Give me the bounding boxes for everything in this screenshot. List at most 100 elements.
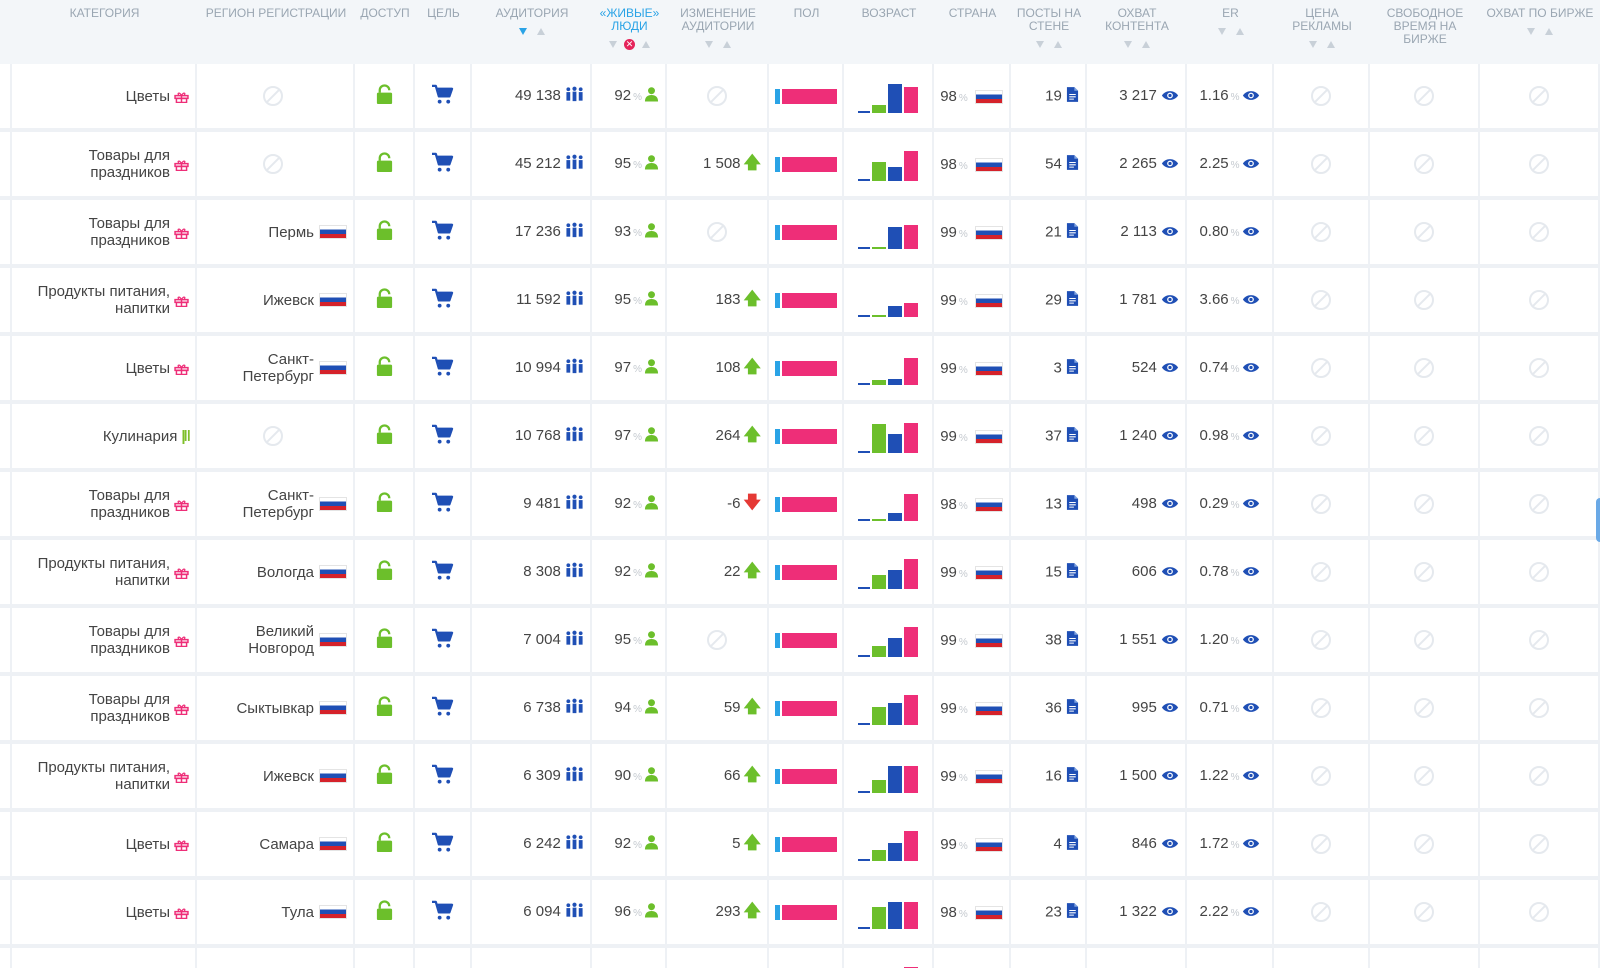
cart-icon[interactable] xyxy=(431,492,454,517)
sort-asc-icon[interactable] xyxy=(642,41,650,48)
header-category[interactable]: Категория xyxy=(12,0,197,64)
header-live[interactable]: «Живые» люди ✕ xyxy=(592,0,667,64)
header-price[interactable]: Цена рекламы xyxy=(1274,0,1370,64)
access-cell[interactable] xyxy=(355,64,415,132)
goal-cell[interactable] xyxy=(415,404,472,472)
goal-cell[interactable] xyxy=(415,812,472,880)
table-row[interactable]: Товары для праздников Великий Новгород 7 0… xyxy=(0,608,1600,676)
cart-icon[interactable] xyxy=(431,764,454,789)
header-change[interactable]: Изменение аудитории xyxy=(667,0,769,64)
lock-open-icon[interactable] xyxy=(375,559,394,585)
lock-open-icon[interactable] xyxy=(375,355,394,381)
table-row[interactable]: Товары для праздников Пермь 17 236 93% 99% 2… xyxy=(0,200,1600,268)
header-posts[interactable]: Посты на стене xyxy=(1011,0,1087,64)
goal-cell[interactable] xyxy=(415,336,472,404)
sort-desc-icon[interactable] xyxy=(1309,41,1317,48)
lock-open-icon[interactable] xyxy=(375,287,394,313)
header-age[interactable]: Возраст xyxy=(844,0,934,64)
cart-icon[interactable] xyxy=(431,832,454,857)
access-cell[interactable] xyxy=(355,336,415,404)
sort-asc-icon[interactable] xyxy=(537,28,545,35)
goal-cell[interactable] xyxy=(415,132,472,200)
sort-desc-icon[interactable] xyxy=(1036,41,1044,48)
cart-icon[interactable] xyxy=(431,696,454,721)
access-cell[interactable] xyxy=(355,880,415,948)
goal-cell[interactable] xyxy=(415,880,472,948)
sort-asc-icon[interactable] xyxy=(723,41,731,48)
goal-cell[interactable] xyxy=(415,608,472,676)
header-exchange-reach[interactable]: Охват по бирже xyxy=(1480,0,1600,64)
cart-icon[interactable] xyxy=(431,220,454,245)
goal-cell[interactable] xyxy=(415,200,472,268)
table-row[interactable]: ЦветыПермь 5 786 94%261🡅 96%39 631 1.31% xyxy=(0,948,1600,968)
table-row[interactable]: Товары для праздников Санкт-Петербург 9 48… xyxy=(0,472,1600,540)
sort-asc-icon[interactable] xyxy=(1327,41,1335,48)
table-row[interactable]: Продукты питания, напитки Ижевск 6 309 90%… xyxy=(0,744,1600,812)
table-row[interactable]: Продукты питания, напитки Ижевск 11 592 95… xyxy=(0,268,1600,336)
lock-open-icon[interactable] xyxy=(375,491,394,517)
sort-asc-icon[interactable] xyxy=(1545,28,1553,35)
access-cell[interactable] xyxy=(355,744,415,812)
goal-cell[interactable] xyxy=(415,744,472,812)
cart-icon[interactable] xyxy=(431,424,454,449)
table-row[interactable]: Кулинария |‖ 10 768 97% 264 🡅 99% 37 1 240 0.9… xyxy=(0,404,1600,472)
access-cell[interactable] xyxy=(355,472,415,540)
header-sex[interactable]: Пол xyxy=(769,0,844,64)
access-cell[interactable] xyxy=(355,268,415,336)
goal-cell[interactable] xyxy=(415,540,472,608)
lock-open-icon[interactable] xyxy=(375,899,394,925)
cart-icon[interactable] xyxy=(431,152,454,177)
lock-open-icon[interactable] xyxy=(375,219,394,245)
table-row[interactable]: Цветы Тула 6 094 96% 293 🡅 98% 23 1 322 2.22% xyxy=(0,880,1600,948)
sort-desc-icon[interactable] xyxy=(609,41,617,48)
scroll-handle[interactable] xyxy=(1596,498,1600,542)
sort-desc-icon[interactable] xyxy=(705,41,713,48)
sort-desc-icon[interactable] xyxy=(1124,41,1132,48)
table-row[interactable]: Продукты питания, напитки Вологда 8 308 92… xyxy=(0,540,1600,608)
lock-open-icon[interactable] xyxy=(375,627,394,653)
table-row[interactable]: Цветы 49 138 92% 98% 19 3 217 1.16% xyxy=(0,64,1600,132)
sort-desc-icon[interactable] xyxy=(1527,28,1535,35)
access-cell[interactable] xyxy=(355,404,415,472)
cart-icon[interactable] xyxy=(431,356,454,381)
clear-filter-icon[interactable]: ✕ xyxy=(624,39,635,50)
access-cell[interactable] xyxy=(355,948,415,968)
lock-open-icon[interactable] xyxy=(375,763,394,789)
lock-open-icon[interactable] xyxy=(375,83,394,109)
cart-icon[interactable] xyxy=(431,288,454,313)
header-er[interactable]: ER xyxy=(1187,0,1274,64)
cart-icon[interactable] xyxy=(431,560,454,585)
header-reach[interactable]: Охват контента xyxy=(1087,0,1187,64)
access-cell[interactable] xyxy=(355,608,415,676)
cart-icon[interactable] xyxy=(431,900,454,925)
lock-open-icon[interactable] xyxy=(375,831,394,857)
cart-icon[interactable] xyxy=(431,84,454,109)
table-row[interactable]: Цветы Санкт-Петербург 10 994 97% 108 🡅 99% 3 5… xyxy=(0,336,1600,404)
sort-asc-icon[interactable] xyxy=(1142,41,1150,48)
goal-cell[interactable] xyxy=(415,64,472,132)
header-free-time[interactable]: Свободное время на бирже xyxy=(1370,0,1480,64)
sort-desc-icon[interactable] xyxy=(519,28,527,35)
lock-open-icon[interactable] xyxy=(375,151,394,177)
goal-cell[interactable] xyxy=(415,948,472,968)
sort-desc-icon[interactable] xyxy=(1217,28,1226,35)
header-country[interactable]: Страна xyxy=(934,0,1011,64)
goal-cell[interactable] xyxy=(415,268,472,336)
sort-asc-icon[interactable] xyxy=(1235,28,1244,35)
table-row[interactable]: Товары для праздников 45 212 95% 1 508 🡅 98%… xyxy=(0,132,1600,200)
table-row[interactable]: Товары для праздников Сыктывкар 6 738 94% 5… xyxy=(0,676,1600,744)
table-row[interactable]: Цветы Самара 6 242 92% 5 🡅 99% 4 846 1.72% xyxy=(0,812,1600,880)
access-cell[interactable] xyxy=(355,200,415,268)
header-goal[interactable]: Цель xyxy=(415,0,472,64)
lock-open-icon[interactable] xyxy=(375,695,394,721)
header-region[interactable]: Регион регистрации xyxy=(197,0,355,64)
header-audience[interactable]: Аудитория xyxy=(472,0,592,64)
access-cell[interactable] xyxy=(355,540,415,608)
goal-cell[interactable] xyxy=(415,472,472,540)
access-cell[interactable] xyxy=(355,132,415,200)
goal-cell[interactable] xyxy=(415,676,472,744)
sort-asc-icon[interactable] xyxy=(1054,41,1062,48)
header-access[interactable]: Доступ xyxy=(355,0,415,64)
cart-icon[interactable] xyxy=(431,628,454,653)
access-cell[interactable] xyxy=(355,812,415,880)
